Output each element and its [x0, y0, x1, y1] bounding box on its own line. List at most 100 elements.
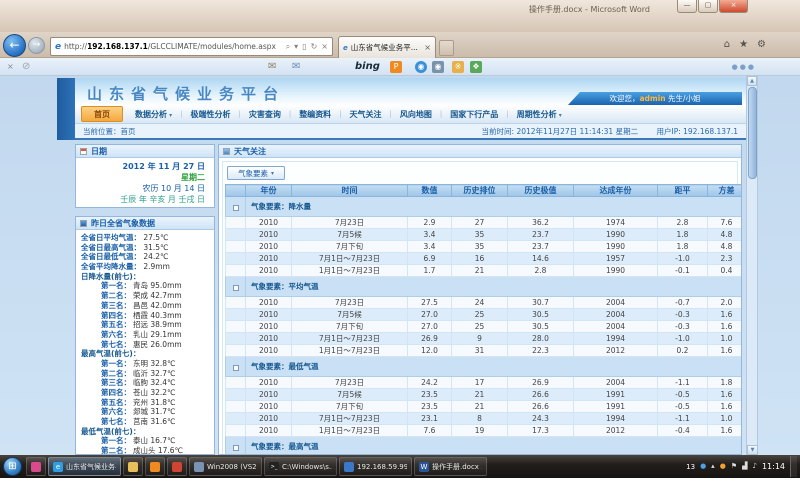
mail-icon[interactable]: ✉	[268, 61, 276, 72]
pin-icon	[31, 462, 41, 472]
row-spacer-cell	[226, 425, 246, 437]
taskbar-word-label: 操作手册.docx ...	[432, 462, 482, 472]
browser-tab[interactable]: e 山东省气候业务平... ×	[338, 36, 436, 58]
cell: 2010	[246, 241, 292, 253]
cell: 1.6	[708, 425, 743, 437]
group-checkbox-cell	[226, 357, 246, 377]
element-filter-button[interactable]: 气象要素 ▾	[227, 166, 285, 180]
send-page-icon[interactable]: ✉	[292, 61, 300, 72]
date-panel-title: 日期	[91, 146, 107, 157]
cell: 2012	[574, 425, 658, 437]
rank-row: 第四名：苍山 32.2℃	[81, 388, 214, 398]
scroll-up-icon[interactable]: ▲	[747, 76, 757, 86]
bing-logo[interactable]: bing	[355, 61, 380, 72]
close-button[interactable]: ×	[719, 0, 748, 13]
chevron-down-icon[interactable]: ▾	[294, 42, 298, 51]
orange-app-icon[interactable]: P	[390, 61, 402, 73]
hidden-icons-arrow[interactable]: ▴	[711, 462, 715, 471]
nav-item-1[interactable]: 数据分析 ▾	[127, 109, 180, 120]
rank-section-header: 日降水量(前七)：	[81, 272, 214, 282]
taskbar-word[interactable]: W操作手册.docx ...	[414, 457, 487, 476]
maximize-button[interactable]: ▢	[698, 0, 718, 13]
minimize-button[interactable]: —	[677, 0, 697, 13]
search-icon[interactable]: ⌕	[286, 42, 290, 52]
cell: 24.3	[508, 413, 574, 425]
cell: 23.1	[408, 413, 452, 425]
close-bar-icon[interactable]: ×	[7, 62, 14, 71]
nav-item-4[interactable]: 整编资料	[291, 109, 339, 120]
nav-item-0[interactable]: 首页	[81, 106, 123, 122]
favorites-star-icon[interactable]: ★	[739, 39, 748, 50]
nav-item-5[interactable]: 天气关注	[342, 109, 390, 120]
paw-icon[interactable]: ※	[452, 61, 464, 73]
taskbar-win2008-label: Win2008 (VS2...	[207, 463, 257, 471]
start-button[interactable]: ⊞	[3, 457, 22, 476]
people-icon[interactable]: ❖	[470, 61, 482, 73]
cell: 7月下旬	[292, 241, 408, 253]
taskbar-ie-window[interactable]: e山东省气候业务平...	[48, 457, 121, 476]
taskbar-browser[interactable]	[167, 457, 187, 476]
back-button[interactable]: ←	[3, 34, 26, 57]
flag-icon[interactable]: ⚑	[731, 462, 737, 471]
taskbar-rdp[interactable]: 192.168.59.99...	[339, 457, 412, 476]
checkbox[interactable]	[233, 365, 239, 371]
stop-icon[interactable]: ×	[321, 42, 328, 51]
taskbar-clock[interactable]: 11:14	[762, 462, 785, 471]
network-icon[interactable]: ▟	[742, 462, 747, 471]
address-bar[interactable]: e http://192.168.137.1/GLCCLIMATE/module…	[50, 37, 333, 56]
ime-badge[interactable]: 13	[686, 463, 695, 471]
cell: 7月23日	[292, 377, 408, 389]
nav-item-2[interactable]: 极端性分析	[182, 109, 238, 120]
tab-close-icon[interactable]: ×	[424, 43, 431, 52]
taskbar-explorer[interactable]	[123, 457, 143, 476]
security-icon[interactable]: ●	[720, 462, 726, 471]
checkbox[interactable]	[233, 285, 239, 291]
browser-controls: ⌂ ★ ⚙	[724, 39, 766, 50]
app-icon	[150, 462, 160, 472]
scrollbar-thumb[interactable]	[748, 87, 757, 179]
column-header-5: 达成年份	[574, 185, 658, 197]
chevron-down-icon: ▾	[167, 112, 172, 119]
calendar-icon	[80, 148, 87, 155]
cell: 2010	[246, 309, 292, 321]
cell: 27.0	[408, 321, 452, 333]
folder-icon	[128, 462, 138, 472]
column-header-6: 距平	[658, 185, 708, 197]
messenger-icon[interactable]: ●	[700, 462, 706, 471]
nav-item-6[interactable]: 风向地图	[392, 109, 440, 120]
compatibility-icon[interactable]: ▯	[302, 42, 306, 51]
camera-icon[interactable]: ◉	[432, 61, 444, 73]
checkbox[interactable]	[233, 445, 239, 451]
nav-item-3[interactable]: 灾害查询	[241, 109, 289, 120]
cell: 1.8	[708, 377, 743, 389]
blue-app-icon[interactable]: ◉	[415, 61, 427, 73]
scroll-down-icon[interactable]: ▼	[747, 445, 758, 455]
taskbar-win2008[interactable]: Win2008 (VS2...	[189, 457, 262, 476]
table-row: 20107月下旬27.02530.52004-0.31.6	[226, 321, 743, 333]
nav-item-7[interactable]: 国家下行产品	[442, 109, 506, 120]
home-icon[interactable]: ⌂	[724, 39, 730, 50]
nav-item-8[interactable]: 周期性分析 ▾	[509, 109, 570, 120]
new-tab-button[interactable]	[439, 40, 454, 56]
gear-icon[interactable]: ⚙	[757, 39, 766, 50]
row-spacer-cell	[226, 253, 246, 265]
cell: 2010	[246, 321, 292, 333]
show-desktop-button[interactable]	[790, 456, 797, 477]
refresh-icon[interactable]: ↻	[311, 42, 318, 51]
taskbar-app-orange[interactable]	[145, 457, 165, 476]
table-row: 20107月23日2.92736.219742.87.6	[226, 217, 743, 229]
stat-value: 27.5℃	[141, 233, 169, 242]
volume-icon[interactable]: ♪	[752, 462, 756, 471]
taskbar-pinned-app[interactable]	[26, 457, 46, 476]
vertical-scrollbar[interactable]: ▲ ▼	[746, 76, 758, 455]
rank-label: 第一名：	[101, 359, 131, 368]
taskbar-cmd[interactable]: >_C:\Windows\s...	[264, 457, 337, 476]
sidebar: 日期 2012 年 11 月 27 日星期二农历 10 月 14 日壬辰 年 辛…	[75, 144, 215, 455]
chart-icon	[80, 220, 87, 227]
more-options-icon[interactable]: ●●●	[732, 63, 756, 71]
table-row: 20107月23日27.52430.72004-0.72.0	[226, 297, 743, 309]
checkbox[interactable]	[233, 205, 239, 211]
cell: 4.8	[708, 241, 743, 253]
cell: 7月1日～7月23日	[292, 253, 408, 265]
forward-button[interactable]: →	[28, 37, 45, 54]
